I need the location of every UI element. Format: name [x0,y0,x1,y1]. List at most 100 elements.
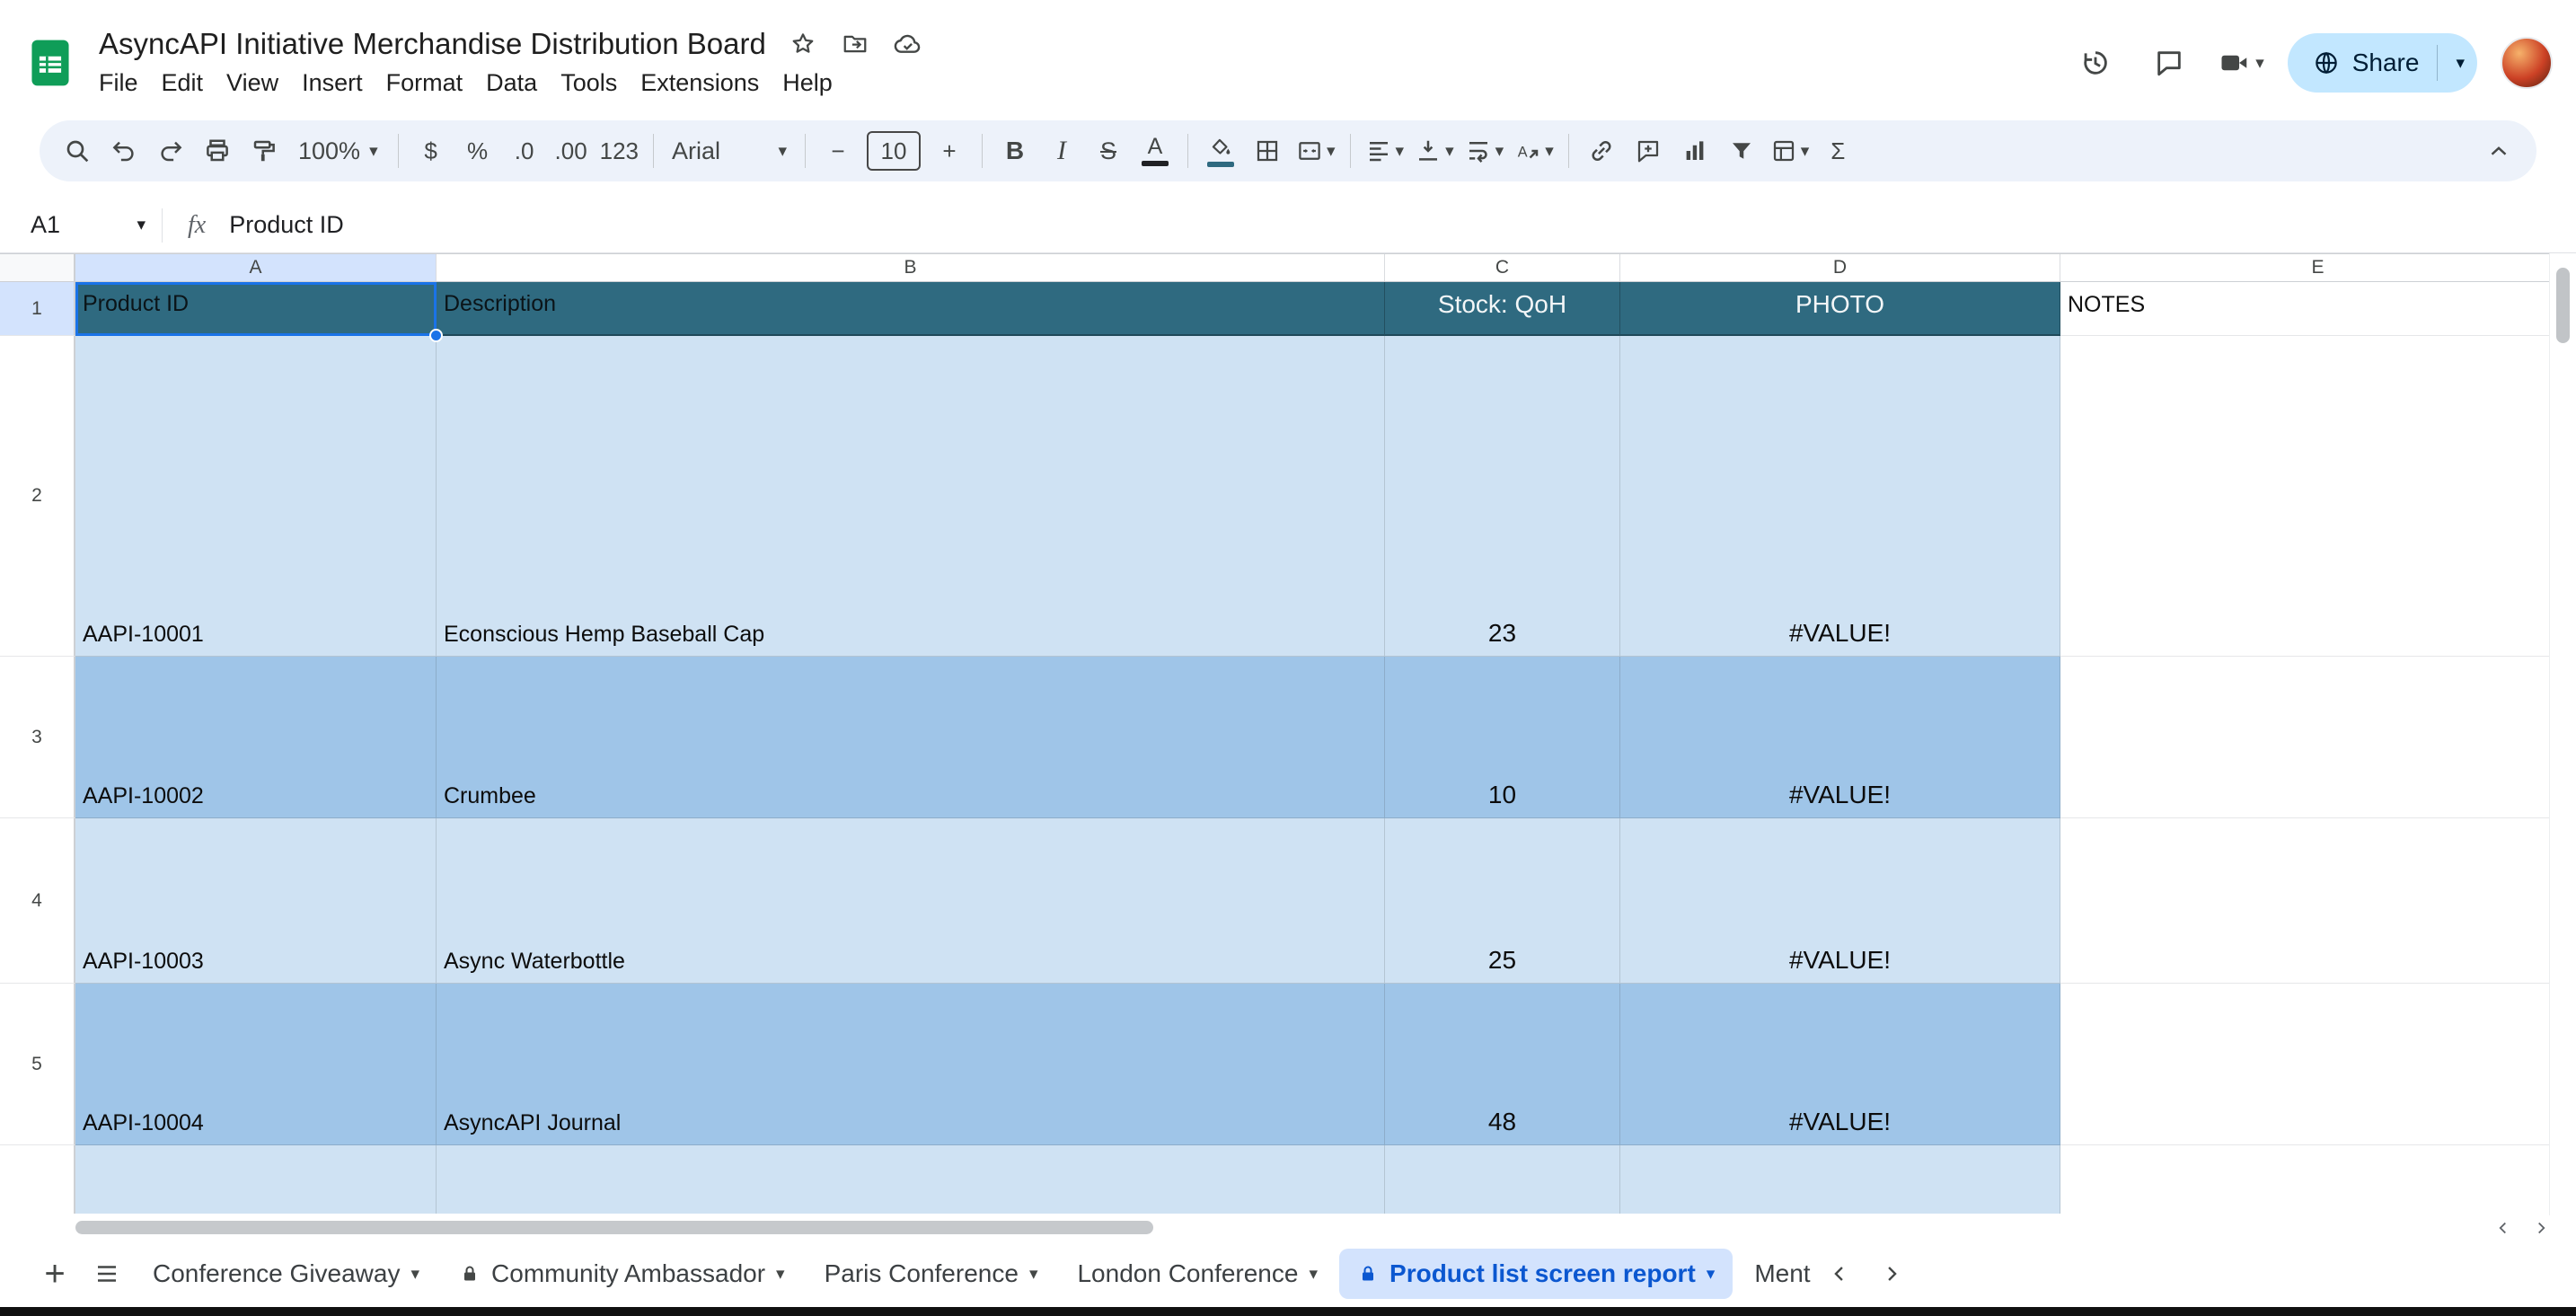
cell-stock[interactable]: 23 [1385,336,1620,657]
cell-photo[interactable]: #VALUE! [1620,984,2060,1145]
cell-e1[interactable]: NOTES [2060,282,2576,336]
functions-button[interactable]: Σ [1814,127,1861,175]
version-history-icon[interactable] [2070,38,2121,88]
cell[interactable] [1620,1145,2060,1214]
cell[interactable] [1385,1145,1620,1214]
cloud-status-icon[interactable] [892,29,922,59]
name-box[interactable]: A1 ▾ [0,211,162,239]
cell-stock[interactable]: 10 [1385,657,1620,818]
cell-product-id[interactable]: AAPI-10001 [75,336,437,657]
vertical-align-button[interactable]: ▾ [1409,127,1460,175]
scroll-left-icon[interactable] [2493,1218,2513,1238]
horizontal-scrollbar[interactable] [0,1215,2576,1241]
sheets-logo-icon[interactable] [24,37,76,89]
share-menu-caret[interactable]: ▾ [2456,55,2465,72]
cell-photo[interactable]: #VALUE! [1620,657,2060,818]
cell-notes[interactable] [2060,336,2576,657]
font-select[interactable]: Arial ▾ [663,137,796,165]
increase-decimal-button[interactable]: .00 [548,127,595,175]
cell-notes[interactable] [2060,984,2576,1145]
merge-cells-button[interactable]: ▾ [1291,127,1341,175]
more-formats-button[interactable]: 123 [595,127,644,175]
column-header-b[interactable]: B [437,254,1385,281]
all-sheets-icon[interactable] [83,1250,131,1298]
text-rotation-button[interactable]: A ▾ [1509,127,1559,175]
cell-d1[interactable]: PHOTO [1620,282,2060,336]
tab-cut-off[interactable]: Ment [1736,1249,1810,1299]
cell-product-id[interactable]: AAPI-10003 [75,818,437,984]
menu-insert[interactable]: Insert [290,66,375,100]
cell-notes[interactable] [2060,657,2576,818]
row-number[interactable]: 4 [0,818,75,984]
insert-comment-icon[interactable] [1625,127,1672,175]
percent-format-button[interactable]: % [454,127,501,175]
cell-c1[interactable]: Stock: QoH [1385,282,1620,336]
cell-stock[interactable]: 25 [1385,818,1620,984]
cell[interactable] [2060,1145,2576,1214]
menu-file[interactable]: File [87,66,150,100]
fill-color-button[interactable] [1197,127,1244,175]
menu-edit[interactable]: Edit [150,66,216,100]
undo-icon[interactable] [101,127,147,175]
comments-icon[interactable] [2144,38,2194,88]
cell-description[interactable]: Crumbee [437,657,1385,818]
paint-format-icon[interactable] [241,127,287,175]
cell-notes[interactable] [2060,818,2576,984]
row-number[interactable]: 3 [0,657,75,818]
strikethrough-button[interactable]: S [1085,127,1132,175]
cell-a1[interactable]: Product ID [75,282,437,336]
select-all-corner[interactable] [0,254,75,281]
menu-help[interactable]: Help [771,66,844,100]
zoom-select[interactable]: 100% ▾ [287,137,389,165]
cell-stock[interactable]: 48 [1385,984,1620,1145]
borders-button[interactable] [1244,127,1291,175]
tab-london-conference[interactable]: London Conference ▾ [1059,1249,1336,1299]
column-header-e[interactable]: E [2060,254,2576,281]
row-number[interactable] [0,1145,75,1214]
decrease-font-button[interactable]: − [815,127,861,175]
cell-product-id[interactable]: AAPI-10004 [75,984,437,1145]
meet-button[interactable]: ▾ [2218,47,2264,79]
column-header-c[interactable]: C [1385,254,1620,281]
menu-extensions[interactable]: Extensions [629,66,771,100]
row-number[interactable]: 2 [0,336,75,657]
cell-product-id[interactable]: AAPI-10002 [75,657,437,818]
cell-description[interactable]: Async Waterbottle [437,818,1385,984]
document-title[interactable]: AsyncAPI Initiative Merchandise Distribu… [99,27,766,61]
add-sheet-button[interactable]: + [31,1250,79,1298]
increase-font-button[interactable]: + [926,127,973,175]
column-header-d[interactable]: D [1620,254,2060,281]
cell-b1[interactable]: Description [437,282,1385,336]
decrease-decimal-button[interactable]: .0 [501,127,548,175]
insert-link-icon[interactable] [1578,127,1625,175]
table-views-button[interactable]: ▾ [1765,127,1815,175]
create-filter-icon[interactable] [1718,127,1765,175]
menu-data[interactable]: Data [474,66,549,100]
cell-photo[interactable]: #VALUE! [1620,336,2060,657]
share-button[interactable]: Share ▾ [2287,33,2477,93]
cell-description[interactable]: AsyncAPI Journal [437,984,1385,1145]
tab-conference-giveaway[interactable]: Conference Giveaway ▾ [135,1249,437,1299]
horizontal-scrollbar-thumb[interactable] [75,1221,1153,1234]
cell[interactable] [75,1145,437,1214]
tabs-scroll-right-icon[interactable] [1879,1261,1904,1286]
vertical-scrollbar[interactable] [2549,253,2576,1215]
insert-chart-icon[interactable] [1672,127,1718,175]
menu-format[interactable]: Format [375,66,475,100]
menu-tools[interactable]: Tools [549,66,629,100]
text-color-button[interactable]: A [1132,127,1178,175]
search-icon[interactable] [54,127,101,175]
avatar[interactable] [2501,37,2553,89]
menu-view[interactable]: View [215,66,290,100]
row-number[interactable]: 1 [0,282,75,336]
cell-photo[interactable]: #VALUE! [1620,818,2060,984]
cell[interactable] [437,1145,1385,1214]
currency-format-button[interactable]: $ [408,127,454,175]
column-header-a[interactable]: A [75,254,437,281]
tab-paris-conference[interactable]: Paris Conference ▾ [807,1249,1056,1299]
print-icon[interactable] [194,127,241,175]
tab-community-ambassador[interactable]: Community Ambassador ▾ [441,1249,803,1299]
row-number[interactable]: 5 [0,984,75,1145]
tabs-scroll-left-icon[interactable] [1827,1261,1852,1286]
text-wrap-button[interactable]: ▾ [1460,127,1510,175]
